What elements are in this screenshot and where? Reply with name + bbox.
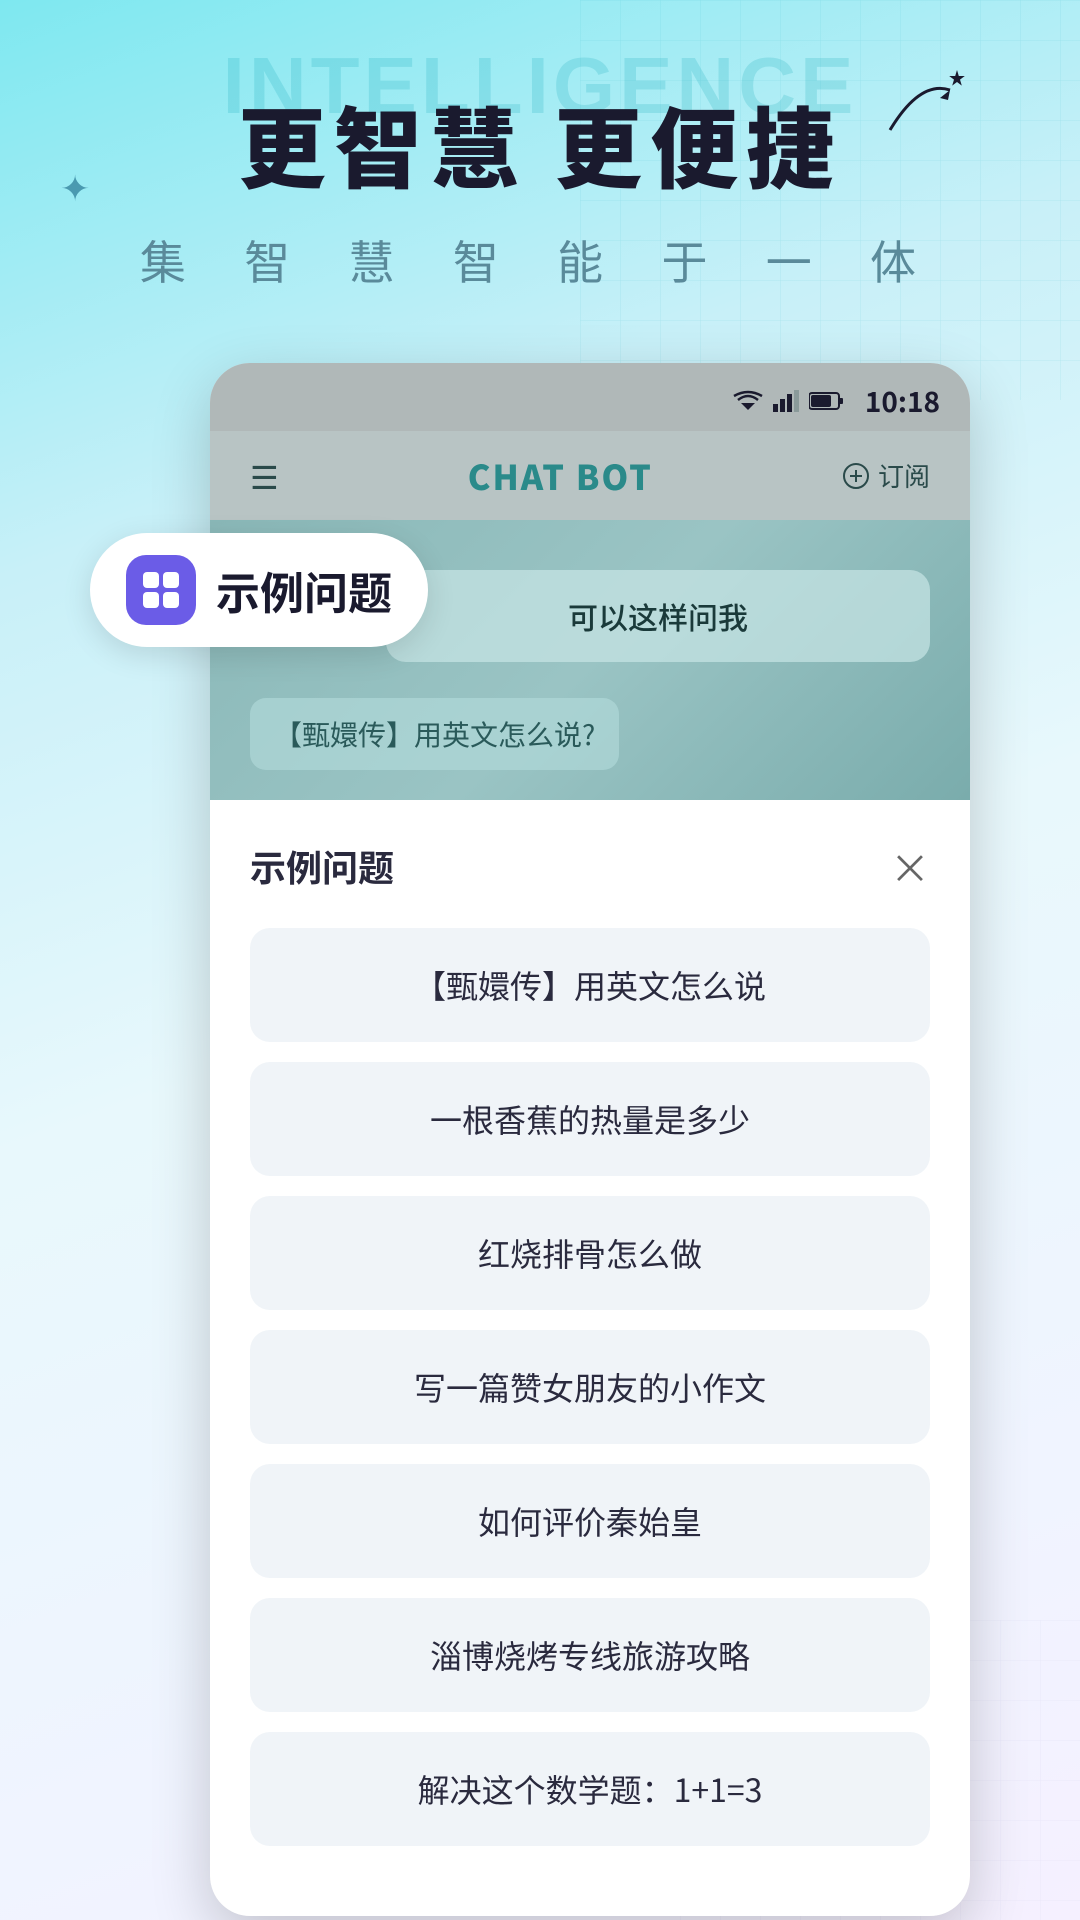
plus-circle-icon [842, 462, 870, 490]
badge-icon [126, 555, 196, 625]
status-time: 10:18 [865, 381, 940, 421]
chat-prompt-bubble: 可以这样问我 [386, 570, 930, 662]
question-text-1: 【甄嬛传】用英文怎么说 [414, 962, 766, 1008]
question-item-7[interactable]: 解决这个数学题：1+1=3 [250, 1732, 930, 1846]
subscribe-button[interactable]: 订阅 [842, 457, 930, 494]
subtitle-text: 集 智 慧 智 能 于 一 体 [60, 227, 1020, 293]
hero-section: INTELLIGENCE ✦ 更智慧 更便捷 集 智 慧 智 能 于 一 体 [0, 0, 1080, 333]
question-item-3[interactable]: 红烧排骨怎么做 [250, 1196, 930, 1310]
main-title: 更智慧 更便捷 [60, 80, 1020, 207]
phone-mockup: 示例问题 [110, 363, 970, 1916]
signal-icon [773, 390, 799, 412]
subscribe-label: 订阅 [878, 457, 930, 494]
status-icons [733, 390, 845, 412]
status-bar: 10:18 [210, 363, 970, 431]
question-text-5: 如何评价秦始皇 [478, 1498, 702, 1544]
question-text-2: 一根香蕉的热量是多少 [430, 1096, 750, 1142]
question-text-6: 淄博烧烤专线旅游攻略 [430, 1632, 750, 1678]
question-item-6[interactable]: 淄博烧烤专线旅游攻略 [250, 1598, 930, 1712]
chat-example-text: 【甄嬛传】用英文怎么说? [250, 698, 619, 770]
question-item-4[interactable]: 写一篇赞女朋友的小作文 [250, 1330, 930, 1444]
question-text-7: 解决这个数学题：1+1=3 [418, 1766, 763, 1812]
questions-list: 【甄嬛传】用英文怎么说 一根香蕉的热量是多少 红烧排骨怎么做 写一篇赞女朋友的小… [250, 928, 930, 1846]
modal-header: 示例问题 × [250, 840, 930, 892]
question-item-2[interactable]: 一根香蕉的热量是多少 [250, 1062, 930, 1176]
menu-icon[interactable]: ☰ [250, 453, 279, 499]
app-header: ☰ CHAT BOT 订阅 [210, 431, 970, 520]
close-button[interactable]: × [890, 846, 930, 886]
modal-panel: 示例问题 × 【甄嬛传】用英文怎么说 一根香蕉的热量是多少 红烧排骨怎么做 写一… [210, 800, 970, 1916]
app-title: CHAT BOT [468, 451, 653, 500]
chat-prompt-text: 可以这样问我 [416, 594, 900, 638]
wifi-icon [733, 390, 763, 412]
battery-icon [809, 391, 845, 411]
question-text-3: 红烧排骨怎么做 [478, 1230, 702, 1276]
star-arrow-decoration [870, 70, 970, 150]
question-item-1[interactable]: 【甄嬛传】用英文怎么说 [250, 928, 930, 1042]
main-title-text: 更智慧 更便捷 [238, 80, 842, 207]
badge-label: 示例问题 [216, 558, 392, 622]
floating-badge: 示例问题 [90, 533, 428, 647]
question-text-4: 写一篇赞女朋友的小作文 [414, 1364, 766, 1410]
question-item-5[interactable]: 如何评价秦始皇 [250, 1464, 930, 1578]
modal-title: 示例问题 [250, 840, 394, 892]
